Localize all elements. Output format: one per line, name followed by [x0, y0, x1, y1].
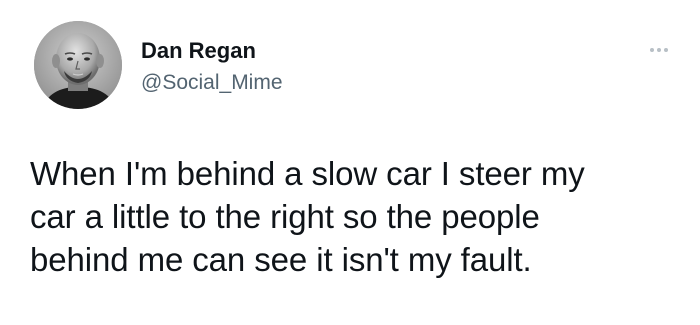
avatar[interactable]: [34, 21, 122, 109]
more-options-button[interactable]: [640, 38, 678, 62]
author-handle[interactable]: @Social_Mime: [141, 70, 283, 96]
more-options-icon: [649, 48, 670, 52]
tweet-card: Dan Regan @Social_Mime When I'm behind a…: [0, 0, 700, 325]
tweet-text-line: car a little to the right so the people: [30, 198, 540, 235]
author-display-name[interactable]: Dan Regan: [141, 38, 283, 64]
tweet-text-line: When I'm behind a slow car I steer my: [30, 155, 585, 192]
tweet-text-line: behind me can see it isn't my fault.: [30, 241, 532, 278]
tweet-text: When I'm behind a slow car I steer my ca…: [30, 152, 690, 281]
profile-photo-icon: [34, 21, 122, 109]
author-info: Dan Regan @Social_Mime: [141, 38, 283, 96]
